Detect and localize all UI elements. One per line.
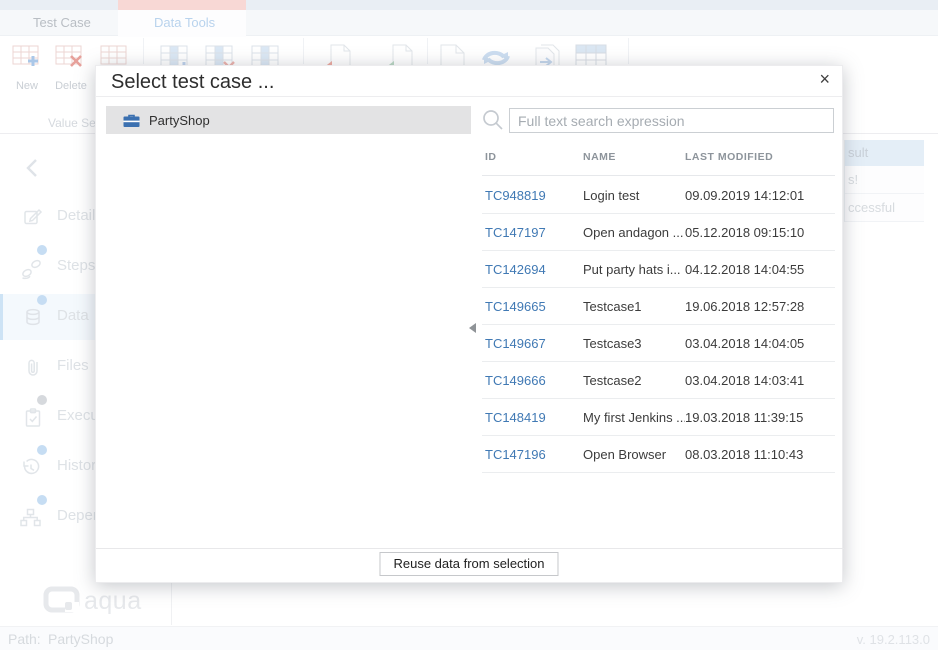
sidebar-item-label: Data — [57, 307, 89, 324]
active-tab-accent-bar — [118, 0, 246, 10]
testcase-name: Open andagon ... — [583, 225, 685, 240]
database-icon — [23, 307, 43, 334]
steps-icon — [19, 257, 45, 286]
testcase-name: Testcase1 — [583, 299, 685, 314]
table-row[interactable]: TC142694Put party hats i...04.12.2018 14… — [482, 251, 835, 288]
search-input[interactable] — [509, 108, 834, 133]
testcase-last-modified: 08.03.2018 11:10:43 — [685, 447, 803, 462]
testcase-id-link[interactable]: TC149665 — [482, 299, 583, 314]
app-window: Test Case Data Tools New Delete Value Se — [0, 0, 938, 650]
project-tree-label: PartyShop — [149, 113, 210, 128]
testcase-id-link[interactable]: TC147196 — [482, 447, 583, 462]
org-chart-icon — [19, 507, 43, 534]
table-row[interactable]: TC149665Testcase119.06.2018 12:57:28 — [482, 288, 835, 325]
ribbon-separator — [427, 38, 428, 64]
testcase-id-link[interactable]: TC149667 — [482, 336, 583, 351]
table-row[interactable]: TC149667Testcase303.04.2018 14:04:05 — [482, 325, 835, 362]
result-cell: s! — [845, 166, 924, 194]
background-result-panel: sult s! ccessful — [844, 140, 924, 222]
delete-value-set-icon[interactable] — [55, 45, 85, 80]
testcase-id-link[interactable]: TC142694 — [482, 262, 583, 277]
testcase-last-modified: 03.04.2018 14:03:41 — [685, 373, 804, 388]
column-header-name[interactable]: NAME — [583, 151, 685, 175]
sidebar-collapse-chevron-icon[interactable] — [23, 157, 43, 184]
sidebar-item-label: Files — [57, 357, 89, 374]
testcase-last-modified: 03.04.2018 14:04:05 — [685, 336, 804, 351]
status-version: v. 19.2.113.0 — [857, 632, 930, 647]
badge-dot — [37, 395, 47, 405]
testcase-last-modified: 19.06.2018 12:57:28 — [685, 299, 804, 314]
status-path-label: Path: — [8, 631, 41, 647]
badge-dot — [37, 245, 47, 255]
close-icon[interactable]: × — [819, 69, 830, 91]
table-header-row: ID NAME LAST MODIFIED — [482, 151, 835, 176]
ribbon-separator — [303, 38, 304, 64]
project-tree-item-partyshop[interactable]: PartyShop — [106, 106, 471, 134]
delete-button-label[interactable]: Delete — [51, 80, 91, 92]
table-rows: TC948819Login test09.09.2019 14:12:01TC1… — [482, 177, 835, 473]
testcase-name: Open Browser — [583, 447, 685, 462]
status-path-value: PartyShop — [48, 631, 113, 647]
paperclip-icon — [23, 357, 43, 384]
new-button-label[interactable]: New — [13, 80, 41, 92]
badge-dot — [37, 295, 47, 305]
testcase-id-link[interactable]: TC948819 — [482, 188, 583, 203]
testcase-name: Put party hats i... — [583, 262, 685, 277]
splitter-collapse-icon[interactable] — [469, 323, 476, 333]
testcase-last-modified: 04.12.2018 14:04:55 — [685, 262, 804, 277]
testcase-id-link[interactable]: TC149666 — [482, 373, 583, 388]
testcase-name: Login test — [583, 188, 685, 203]
aqua-logo-text: aqua — [84, 587, 142, 616]
table-row[interactable]: TC948819Login test09.09.2019 14:12:01 — [482, 177, 835, 214]
briefcase-icon — [123, 112, 140, 128]
select-test-case-dialog: Select test case ... × PartyShop ID NAME… — [95, 65, 843, 583]
testcase-last-modified: 05.12.2018 09:15:10 — [685, 225, 804, 240]
testcase-name: Testcase3 — [583, 336, 685, 351]
badge-dot — [37, 445, 47, 455]
table-row[interactable]: TC147196Open Browser08.03.2018 11:10:43 — [482, 436, 835, 473]
aqua-logo-icon — [43, 586, 81, 619]
column-header-last-modified[interactable]: LAST MODIFIED — [685, 151, 835, 175]
ribbon-separator — [143, 38, 144, 64]
result-column-header: sult — [845, 140, 924, 166]
testcase-name: Testcase2 — [583, 373, 685, 388]
sidebar-item-label: Steps — [57, 257, 95, 274]
edit-icon — [23, 207, 43, 232]
badge-dot — [37, 495, 47, 505]
column-header-id[interactable]: ID — [482, 151, 583, 175]
clipboard-check-icon — [23, 407, 43, 434]
testcase-name: My first Jenkins ... — [583, 410, 685, 425]
reuse-data-button[interactable]: Reuse data from selection — [379, 552, 558, 576]
ribbon-group-label: Value Set — [48, 116, 99, 130]
table-row[interactable]: TC147197Open andagon ...05.12.2018 09:15… — [482, 214, 835, 251]
testcase-id-link[interactable]: TC148419 — [482, 410, 583, 425]
testcase-last-modified: 09.09.2019 14:12:01 — [685, 188, 804, 203]
testcase-last-modified: 19.03.2018 11:39:15 — [685, 410, 803, 425]
result-cell: ccessful — [845, 194, 924, 222]
status-bar — [0, 626, 938, 650]
history-icon — [20, 457, 42, 484]
ribbon-separator — [628, 38, 629, 64]
search-icon — [482, 109, 504, 136]
dialog-title: Select test case ... — [111, 71, 274, 94]
dialog-header: Select test case ... × — [96, 66, 842, 97]
tab-data-tools[interactable]: Data Tools — [154, 15, 215, 30]
testcase-id-link[interactable]: TC147197 — [482, 225, 583, 240]
table-row[interactable]: TC149666Testcase203.04.2018 14:03:41 — [482, 362, 835, 399]
table-row[interactable]: TC148419My first Jenkins ...19.03.2018 1… — [482, 399, 835, 436]
footer-divider — [96, 548, 844, 549]
new-value-set-icon[interactable] — [12, 45, 42, 80]
tab-test-case[interactable]: Test Case — [33, 15, 91, 30]
